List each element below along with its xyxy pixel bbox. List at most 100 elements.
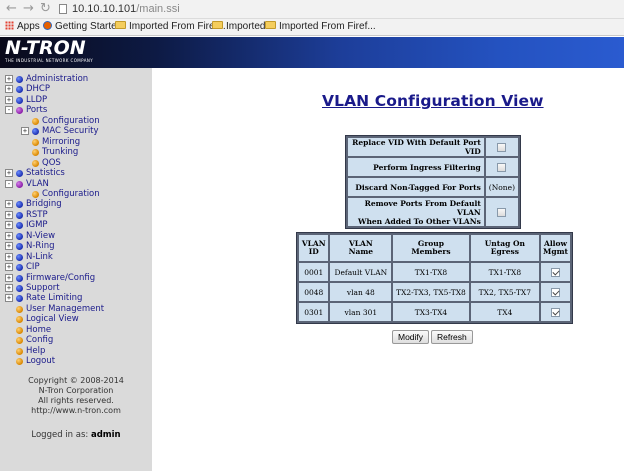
orange-bullet-icon bbox=[32, 149, 39, 157]
col-untag-on-egress: Untag On Egress bbox=[470, 235, 540, 261]
col-vlan-name: VLAN Name bbox=[330, 235, 392, 261]
refresh-button[interactable]: Refresh bbox=[431, 330, 473, 344]
blue-bullet-icon bbox=[16, 222, 23, 230]
expand-icon[interactable]: + bbox=[5, 85, 13, 94]
bookmark-apps[interactable]: Apps bbox=[5, 19, 40, 35]
expand-icon[interactable]: + bbox=[21, 127, 29, 136]
page-title: VLAN Configuration View bbox=[322, 92, 544, 110]
option-label-discard-non-tagged: Discard Non-Tagged For Ports bbox=[348, 178, 484, 196]
orange-bullet-icon bbox=[16, 326, 23, 334]
sidebar-item-label: CIP bbox=[26, 262, 40, 273]
sidebar-item-label: QOS bbox=[42, 157, 61, 168]
bookmark-getting-started[interactable]: Getting Started bbox=[43, 19, 122, 35]
orange-bullet-icon bbox=[16, 337, 23, 345]
vlan-name-cell: vlan 301 bbox=[330, 303, 392, 321]
blue-bullet-icon bbox=[16, 170, 23, 178]
url-path: /main.ssi bbox=[136, 3, 180, 15]
blue-bullet-icon bbox=[16, 96, 23, 104]
sidebar-item-label: Trunking bbox=[42, 147, 79, 158]
allow-mgmt-checkbox[interactable] bbox=[551, 267, 560, 277]
expand-icon[interactable]: + bbox=[5, 75, 13, 83]
ingress-filtering-checkbox[interactable] bbox=[497, 162, 507, 172]
collapse-icon[interactable]: - bbox=[5, 179, 13, 188]
expand-icon[interactable]: + bbox=[5, 252, 13, 261]
folder-icon bbox=[115, 21, 126, 30]
replace-vid-checkbox[interactable] bbox=[497, 142, 507, 152]
group-members-cell: TX2-TX3, TX5-TX8 bbox=[393, 283, 469, 301]
expand-icon[interactable]: + bbox=[5, 210, 13, 219]
sidebar-item-label: VLAN bbox=[26, 178, 49, 189]
expand-icon[interactable]: + bbox=[5, 231, 13, 240]
blue-bullet-icon bbox=[16, 76, 23, 83]
expand-icon[interactable]: + bbox=[5, 273, 13, 282]
sidebar-item-label: Logout bbox=[26, 356, 56, 367]
allow-mgmt-checkbox[interactable] bbox=[551, 307, 560, 317]
vlan-id-cell[interactable]: 0048 bbox=[299, 283, 329, 301]
sidebar-item-label: Firmware/Config bbox=[26, 272, 96, 283]
remove-ports-checkbox[interactable] bbox=[497, 207, 507, 217]
col-allow-mgmt: Allow Mgmt bbox=[541, 235, 570, 261]
vlan-id-cell[interactable]: 0001 bbox=[299, 263, 329, 281]
sidebar-item-label: Ports bbox=[26, 105, 48, 116]
sidebar-item-label: N-Ring bbox=[26, 241, 55, 252]
blue-bullet-icon bbox=[16, 232, 23, 240]
logo-tagline: THE INDUSTRIAL NETWORK COMPANY bbox=[5, 58, 94, 63]
table-row[interactable]: 0048 vlan 48 TX2-TX3, TX5-TX8 TX2, TX5-T… bbox=[299, 283, 570, 301]
modify-button[interactable]: Modify bbox=[392, 330, 430, 344]
url-host: 10.10.10.101 bbox=[72, 3, 137, 15]
expand-icon[interactable]: + bbox=[5, 284, 13, 292]
group-members-cell: TX3-TX4 bbox=[393, 303, 469, 321]
expand-icon[interactable]: + bbox=[5, 95, 13, 104]
back-arrow-icon[interactable]: ← bbox=[6, 1, 17, 17]
blue-bullet-icon bbox=[16, 201, 23, 209]
sidebar-item-label: IGMP bbox=[26, 220, 48, 231]
blue-bullet-icon bbox=[16, 274, 23, 282]
discard-non-tagged-value[interactable]: (None) bbox=[485, 178, 518, 196]
logged-in-status: Logged in as: admin bbox=[31, 430, 121, 440]
option-label-replace-vid: Replace VID With Default Port VID bbox=[348, 138, 484, 156]
expand-icon[interactable]: + bbox=[5, 200, 13, 209]
vlan-id-cell[interactable]: 0301 bbox=[299, 303, 329, 321]
expand-icon[interactable]: + bbox=[5, 294, 13, 303]
bookmarks-bar: Apps Getting Started Imported From Firef… bbox=[0, 19, 624, 36]
orange-bullet-icon bbox=[32, 117, 39, 125]
orange-bullet-icon bbox=[16, 347, 23, 355]
orange-bullet-icon bbox=[32, 138, 39, 146]
purple-bullet-icon bbox=[16, 107, 23, 115]
expand-icon[interactable]: + bbox=[5, 169, 13, 178]
sidebar-item-label: Home bbox=[26, 324, 52, 335]
col-vlan-id: VLAN ID bbox=[299, 235, 329, 261]
vlan-table: VLAN ID VLAN Name Group Members Untag On Egr… bbox=[296, 232, 573, 324]
logged-in-user: admin bbox=[90, 430, 121, 440]
expand-icon[interactable]: + bbox=[5, 263, 13, 272]
bookmark-imported[interactable]: Imported bbox=[212, 19, 265, 35]
sidebar-item-label: Bridging bbox=[26, 199, 62, 210]
forward-arrow-icon[interactable]: → bbox=[23, 1, 34, 17]
sidebar-item-label: Administration bbox=[26, 74, 89, 84]
apps-grid-icon bbox=[5, 20, 14, 30]
vlan-options-table: Replace VID With Default Port VID Perfor… bbox=[345, 135, 521, 229]
sidebar-item-label: Logical View bbox=[26, 314, 79, 325]
table-row[interactable]: 0301 vlan 301 TX3-TX4 TX4 bbox=[299, 303, 570, 321]
firefox-icon bbox=[43, 20, 52, 30]
bookmark-imported-from-firefox-1[interactable]: Imported From Firef... bbox=[115, 19, 226, 35]
blue-bullet-icon bbox=[16, 86, 23, 94]
sidebar-item-label: LLDP bbox=[26, 94, 48, 105]
sidebar-item-label: N-View bbox=[26, 230, 56, 241]
purple-bullet-icon bbox=[16, 180, 23, 188]
orange-bullet-icon bbox=[32, 159, 39, 167]
sidebar-item-label: Help bbox=[26, 345, 46, 356]
allow-mgmt-checkbox[interactable] bbox=[551, 287, 560, 297]
reload-icon[interactable]: ↻ bbox=[40, 1, 51, 17]
group-members-cell: TX1-TX8 bbox=[393, 263, 469, 281]
bookmark-imported-from-firefox-2[interactable]: Imported From Firef... bbox=[265, 19, 376, 35]
blue-bullet-icon bbox=[32, 128, 39, 136]
table-row[interactable]: 0001 Default VLAN TX1-TX8 TX1-TX8 bbox=[299, 263, 570, 281]
expand-icon[interactable]: + bbox=[5, 221, 13, 230]
collapse-icon[interactable]: - bbox=[5, 106, 13, 115]
url-input[interactable]: 10.10.10.101/main.ssi bbox=[58, 1, 620, 17]
expand-icon[interactable]: + bbox=[5, 242, 13, 251]
orange-bullet-icon bbox=[16, 305, 23, 313]
blue-bullet-icon bbox=[16, 264, 23, 272]
sidebar-item-label: N-Link bbox=[26, 251, 53, 262]
